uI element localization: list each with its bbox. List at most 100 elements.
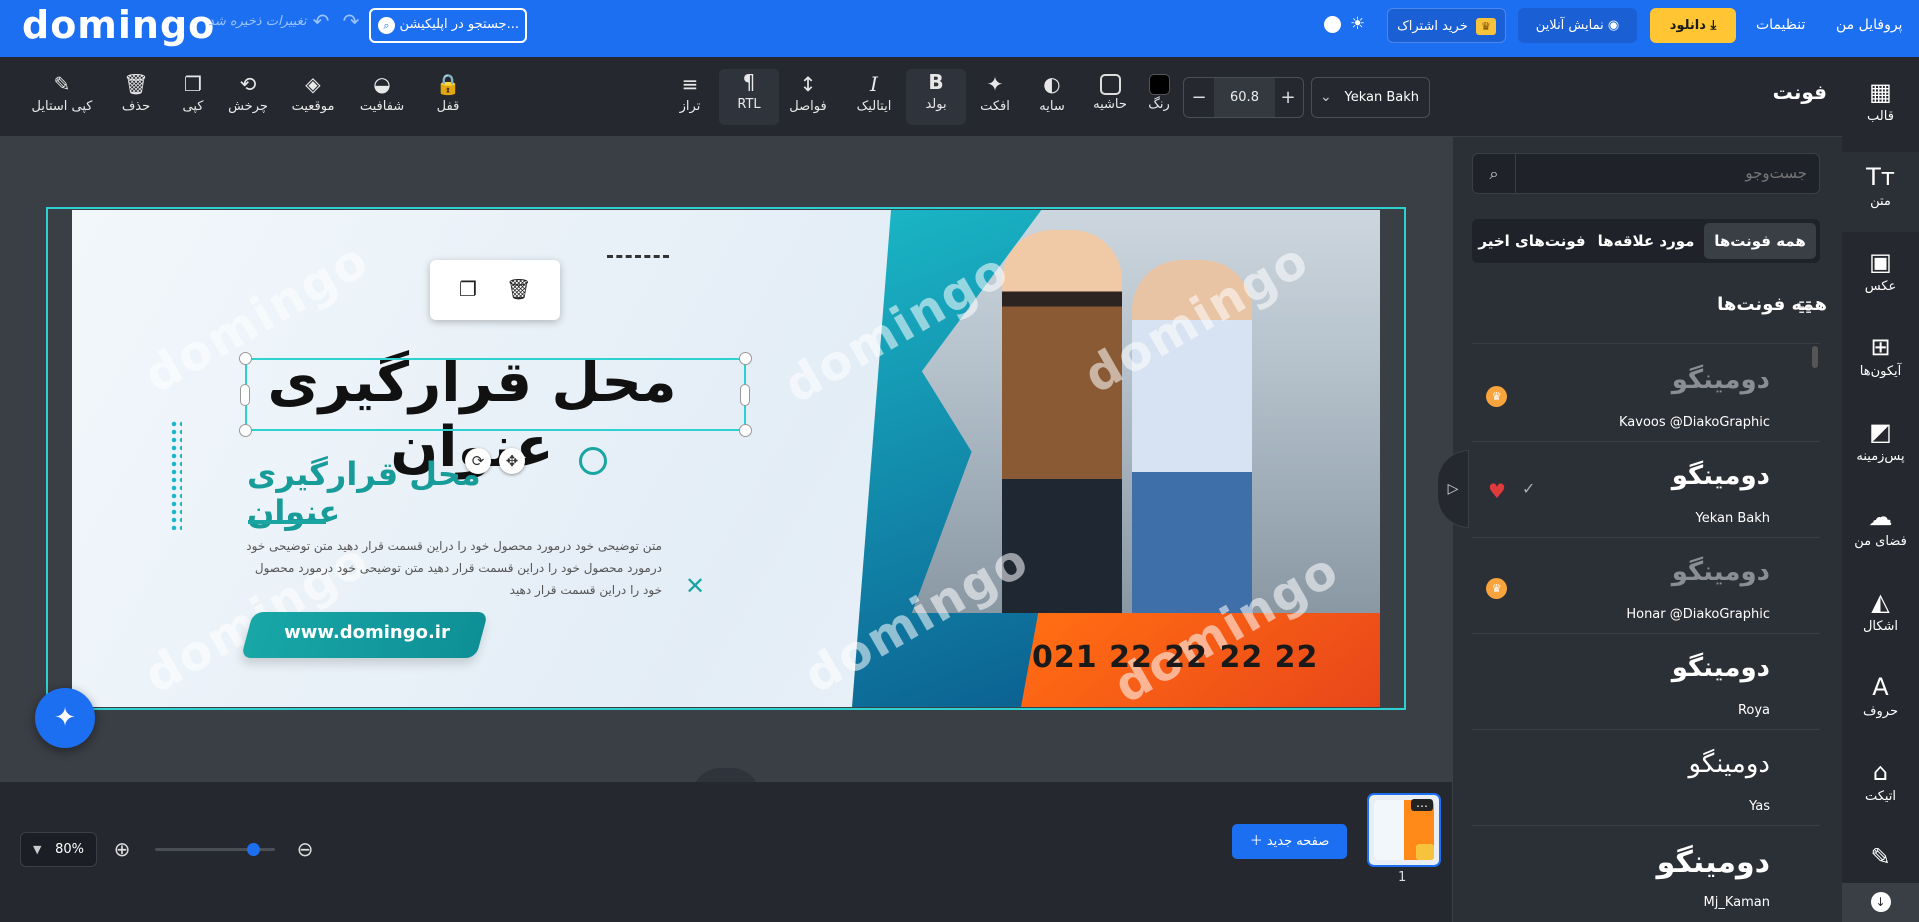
resize-handle[interactable]	[240, 384, 250, 406]
color-swatch	[1148, 74, 1170, 95]
sidebar-item-draw[interactable]: ✎ ...	[1842, 842, 1919, 889]
sidebar-item-icons[interactable]: ⊞ آیکون‌ها	[1842, 332, 1919, 379]
resize-handle[interactable]	[239, 352, 252, 365]
zigzag-decoration	[607, 255, 669, 269]
chevron-down-icon: ⌄	[1320, 89, 1332, 105]
align-button[interactable]: ≡ تراز	[660, 71, 720, 114]
sidebar-item-my-space[interactable]: ☁ فضای من	[1842, 502, 1919, 549]
zoom-select[interactable]: ▼ 80%	[20, 832, 97, 867]
tab-all-fonts[interactable]: همه فونت‌ها	[1704, 223, 1816, 259]
tool-label: شفافیت	[359, 99, 405, 114]
sidebar-item-text[interactable]: Tт متن	[1842, 152, 1919, 232]
sidebar-item-photo[interactable]: ▣ عکس	[1842, 247, 1919, 294]
resize-handle[interactable]	[740, 384, 750, 406]
font-sample: دومینگو	[1671, 461, 1770, 491]
duplicate-button[interactable]: ❐ کپی	[163, 71, 223, 114]
ring-decoration[interactable]	[579, 447, 607, 475]
font-size-value[interactable]: 60.8	[1214, 78, 1275, 117]
domingo-logo[interactable]: domingo	[22, 3, 215, 47]
rail-scroll-down[interactable]: ↓	[1842, 883, 1919, 922]
sidebar-item-shapes[interactable]: ◭ اشکال	[1842, 587, 1919, 634]
background-icon: ◩	[1869, 418, 1892, 446]
subscribe-button[interactable]: خرید اشتراک ♛	[1387, 8, 1506, 43]
copy-style-button[interactable]: ✎ کپی استایل	[30, 71, 94, 114]
move-handle-icon[interactable]: ✥	[499, 448, 525, 474]
decrease-size-button[interactable]: −	[1184, 78, 1214, 117]
tool-label: حذف	[121, 99, 151, 114]
design-canvas[interactable]: domingo domingo domingo domingo domingo …	[72, 210, 1380, 707]
opacity-button[interactable]: ◒ شفافیت	[352, 71, 412, 114]
copy-icon[interactable]: ❐	[456, 277, 480, 301]
position-button[interactable]: ◈ موقعیت	[283, 71, 343, 114]
font-search-input[interactable]: جست‌وجو ⌕	[1472, 153, 1820, 194]
magic-wand-button[interactable]: ✦	[35, 688, 95, 748]
settings-link[interactable]: تنظیمات	[1756, 8, 1805, 43]
trash-icon[interactable]: 🗑	[506, 277, 531, 301]
font-family-select[interactable]: ⌄ Yekan Bakh	[1311, 77, 1430, 118]
live-preview-button[interactable]: نمایش آنلاین ◉	[1518, 8, 1637, 43]
premium-crown-icon: ♛	[1486, 386, 1507, 407]
design-phone[interactable]: 021 22 22 22 22	[1032, 640, 1318, 675]
effect-button[interactable]: ✦ افکت	[965, 71, 1025, 114]
dots-decoration	[170, 420, 182, 530]
brush-icon: ✎	[53, 72, 71, 96]
design-description[interactable]: متن توضیحی خود درمورد محصول خود را دراین…	[242, 535, 662, 601]
design-url[interactable]: www.domingo.ir	[267, 622, 467, 643]
font-item-yekan-bakh[interactable]: ♥ ✓ دومینگو Yekan Bakh	[1472, 441, 1820, 537]
delete-button[interactable]: 🗑 حذف	[106, 71, 166, 114]
zoom-out-icon[interactable]: ⊖	[293, 837, 317, 861]
rotate-icon: ⟲	[239, 72, 257, 96]
undo-icon[interactable]: ↶	[310, 10, 332, 32]
font-item-roya[interactable]: دومینگو Roya	[1472, 633, 1820, 729]
resize-handle[interactable]	[239, 424, 252, 437]
align-icon: ≡	[681, 72, 699, 96]
accent-line[interactable]	[248, 520, 326, 524]
tool-label: کپی استایل	[31, 99, 93, 114]
search-icon[interactable]: ⌕	[1473, 154, 1516, 193]
font-item-yas[interactable]: دومینگو Yas	[1472, 729, 1820, 825]
selected-text-box[interactable]	[245, 358, 746, 431]
download-button[interactable]: دانلود ⤓	[1650, 8, 1736, 43]
rotate-button[interactable]: ⟲ چرخش	[218, 71, 278, 114]
font-item-mj-kaman[interactable]: دومینگو Mj_Kaman	[1472, 825, 1820, 922]
new-page-button[interactable]: ＋ صفحه جدید	[1232, 824, 1347, 859]
tool-label: بولد	[925, 97, 947, 112]
font-size-stepper[interactable]: − 60.8 +	[1183, 77, 1304, 118]
lock-button[interactable]: 🔒 قفل	[418, 71, 478, 114]
rtl-button[interactable]: ¶ RTL	[719, 69, 779, 125]
tab-recent-fonts[interactable]: فونت‌های اخیر	[1476, 223, 1588, 259]
sidebar-item-label: پس‌زمینه	[1856, 449, 1905, 464]
sidebar-item-letters[interactable]: A حروف	[1842, 672, 1919, 719]
grid-icon: ⊞	[1870, 333, 1891, 361]
tab-favorites[interactable]: مورد علاقه‌ها	[1590, 223, 1702, 259]
rotate-handle-icon[interactable]: ⟳	[465, 448, 491, 474]
sidebar-item-template[interactable]: ▦ قالب	[1842, 77, 1919, 124]
app-search-input[interactable]: جستجو در اپلیکیشن... ⌕	[369, 8, 527, 43]
sidebar-item-background[interactable]: ◩ پس‌زمینه	[1842, 417, 1919, 464]
heart-icon[interactable]: ♥	[1488, 479, 1506, 503]
save-status: تغییرات ذخیره شد	[208, 14, 307, 29]
spacing-button[interactable]: ↕ فواصل	[778, 71, 838, 114]
color-button[interactable]: رنگ	[1128, 71, 1190, 112]
resize-handle[interactable]	[739, 352, 752, 365]
element-context-menu: ❐ 🗑	[430, 260, 560, 320]
resize-handle[interactable]	[739, 424, 752, 437]
sidebar-item-labels[interactable]: ⌂ اتیکت	[1842, 757, 1919, 804]
font-item-kavoos[interactable]: ♛ دومینگو Kavoos @DiakoGraphic	[1472, 345, 1820, 441]
increase-size-button[interactable]: +	[1273, 78, 1303, 117]
zoom-in-icon[interactable]: ⊕	[110, 837, 134, 861]
bold-button[interactable]: B بولد	[906, 69, 966, 125]
x-decoration[interactable]: ✕	[685, 572, 705, 600]
font-item-honar[interactable]: ♛ دومینگو Honar @DiakoGraphic	[1472, 537, 1820, 633]
theme-toggle[interactable]: ☀	[1322, 14, 1370, 34]
profile-link[interactable]: پروفایل من	[1836, 8, 1902, 43]
italic-button[interactable]: I ایتالیک	[844, 71, 904, 114]
zoom-slider-knob[interactable]	[247, 843, 260, 856]
redo-icon[interactable]: ↷	[340, 10, 362, 32]
page-thumbnail[interactable]: …	[1367, 793, 1441, 867]
shadow-button[interactable]: ◐ سایه	[1022, 71, 1082, 114]
sidebar-item-label: متن	[1870, 194, 1891, 209]
sidebar-item-label: عکس	[1864, 279, 1897, 294]
more-icon[interactable]: …	[1411, 797, 1433, 811]
crown-icon	[1416, 844, 1434, 860]
